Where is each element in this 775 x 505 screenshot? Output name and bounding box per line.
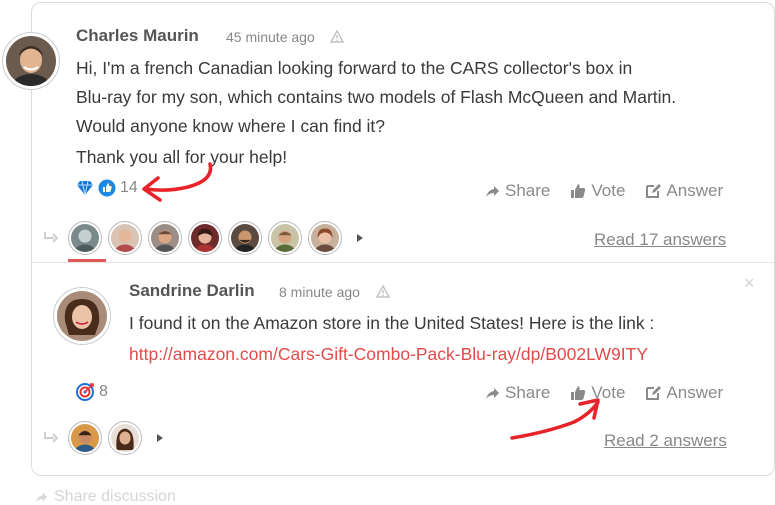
author-avatar[interactable] [2,32,60,90]
share-icon [486,388,499,399]
more-participants-icon[interactable] [156,433,164,443]
reply-author-avatar[interactable] [53,287,111,345]
reply-close-button[interactable]: × [744,273,755,294]
edit-icon [646,184,662,198]
post-text-line-4: Thank you all for your help! [76,147,288,167]
participant-avatar[interactable] [308,221,342,255]
reply-vote-button[interactable]: Vote [570,383,625,403]
post-text-line-1: Hi, I'm a french Canadian looking forwar… [76,58,633,78]
reply-answer-button[interactable]: Answer [645,383,723,403]
read-answers-link[interactable]: Read 17 answers [594,230,726,250]
avatar-image [57,291,107,341]
share-icon [486,186,499,197]
reply-arrow-icon [44,432,59,443]
reply-reactions[interactable]: 8 [76,382,108,401]
report-icon[interactable] [330,30,344,43]
reply-report-icon[interactable] [376,285,390,298]
post-reaction-count: 14 [120,179,138,196]
reply-timestamp: 8 minute ago [279,284,360,300]
reply-link[interactable]: http://amazon.com/Cars-Gift-Combo-Pack-B… [129,344,648,365]
post-answer-label: Answer [666,181,724,200]
share-icon [35,492,48,503]
reply-answer-label: Answer [666,383,724,402]
post-text-line-3: Would anyone know where I can find it? [76,116,386,136]
reply-reaction-count: 8 [99,382,108,400]
more-participants-icon[interactable] [356,233,364,243]
reply-actions: Share Vote Answer [464,383,723,403]
participant-avatar[interactable] [228,221,262,255]
post-answer-button[interactable]: Answer [645,181,723,201]
post-actions: Share Vote Answer [464,181,723,201]
thumbs-up-icon [571,386,586,400]
post-share-button[interactable]: Share [484,181,550,201]
participant-avatar[interactable] [188,221,222,255]
reply-participants [42,421,164,455]
like-icon [98,179,116,197]
avatar-image [6,36,56,86]
reply-share-label: Share [505,383,551,402]
post-timestamp: 45 minute ago [226,29,315,45]
reply-text: I found it on the Amazon store in the Un… [129,313,655,333]
reply-share-button[interactable]: Share [484,383,550,403]
participant-avatar[interactable] [68,221,102,255]
post-participants [42,221,364,255]
participant-avatar[interactable] [68,421,102,455]
reply-vote-label: Vote [591,383,626,402]
reply-arrow-icon [44,232,59,243]
post-vote-label: Vote [591,181,626,200]
share-discussion-link[interactable]: Share discussion [34,488,176,505]
post-share-label: Share [505,181,551,200]
edit-icon [646,386,662,400]
thumbs-up-icon [571,184,586,198]
post-author-name[interactable]: Charles Maurin [76,26,199,46]
participant-avatar[interactable] [148,221,182,255]
discussion-card: Charles Maurin 45 minute ago Hi, I'm a f… [2,2,775,476]
read-reply-answers-link[interactable]: Read 2 answers [604,431,727,451]
post-text-line-2: Blu-ray for my son, which contains two m… [76,87,677,107]
participant-avatar[interactable] [108,421,142,455]
post-vote-button[interactable]: Vote [570,181,625,201]
target-icon [76,383,94,401]
post-reactions[interactable]: 14 [76,179,138,197]
participant-avatar[interactable] [108,221,142,255]
reply-divider [32,262,774,263]
reply-author-name[interactable]: Sandrine Darlin [129,281,255,301]
share-discussion-label: Share discussion [54,488,176,505]
diamond-icon [77,180,93,196]
participant-avatar[interactable] [268,221,302,255]
